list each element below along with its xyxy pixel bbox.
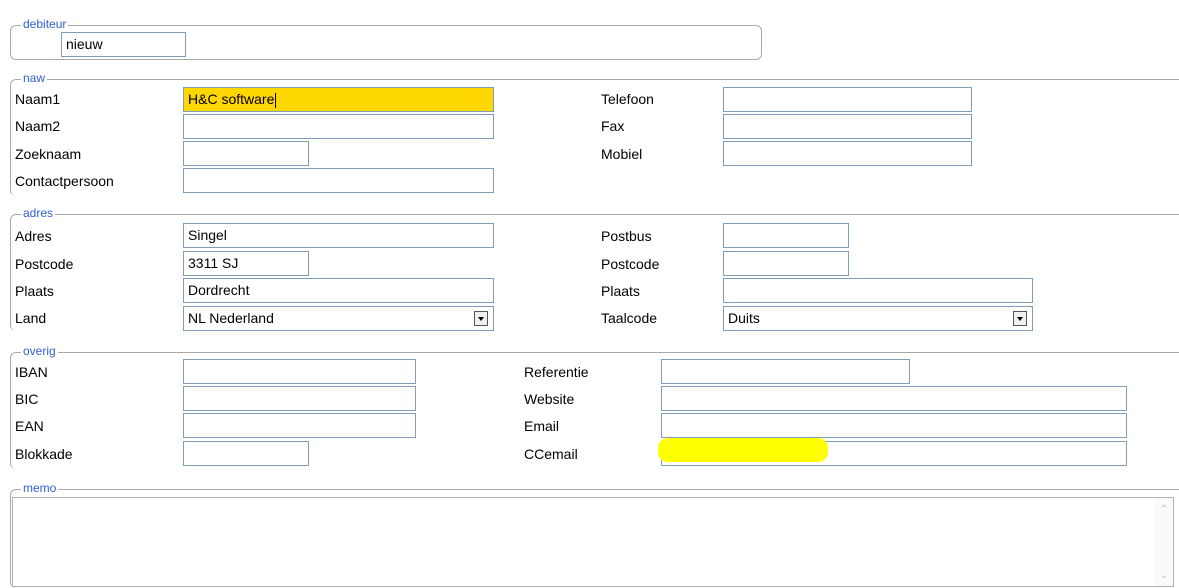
adres-field[interactable]: Singel [183,223,494,248]
website-field[interactable] [661,386,1127,411]
plaats2-field[interactable] [723,278,1033,303]
postcode2-label: Postcode [601,256,660,272]
memo-textarea[interactable]: ⌃ ⌄ [12,497,1174,587]
naam1-label: Naam1 [15,91,61,107]
adres-legend: adres [21,206,56,220]
adres-label: Adres [15,228,52,244]
land-select-value: NL Nederland [188,310,274,326]
email-label: Email [524,418,560,434]
overig-legend: overig [21,344,58,358]
memo-scrollbar[interactable]: ⌃ ⌄ [1155,498,1173,586]
memo-legend: memo [21,481,59,495]
chevron-down-icon[interactable] [1013,311,1027,326]
ean-label: EAN [15,418,44,434]
plaats-label: Plaats [15,283,54,299]
zoeknaam-label: Zoeknaam [15,146,82,162]
debiteur-legend: debiteur [21,17,69,31]
iban-field[interactable] [183,359,416,384]
postbus-field[interactable] [723,223,849,248]
highlight-mark [658,438,828,462]
referentie-field[interactable] [661,359,910,384]
referentie-label: Referentie [524,364,589,380]
contactpersoon-label: Contactpersoon [15,173,114,189]
telefoon-field[interactable] [723,87,972,112]
ccemail-label: CCemail [524,446,578,462]
email-field[interactable] [661,413,1127,438]
naam2-field[interactable] [183,114,494,139]
bic-label: BIC [15,391,39,407]
taalcode-select-value: Duits [728,310,760,326]
telefoon-label: Telefoon [601,91,654,107]
bic-field[interactable] [183,386,416,411]
zoeknaam-field[interactable] [183,141,309,166]
debiteur-number-field[interactable]: nieuw [61,32,186,57]
blokkade-field[interactable] [183,441,309,466]
fax-label: Fax [601,118,625,134]
contactpersoon-field[interactable] [183,168,494,193]
land-label: Land [15,310,47,326]
postcode-field[interactable]: 3311 SJ [183,251,309,276]
taalcode-select[interactable]: Duits [723,306,1033,331]
mobiel-field[interactable] [723,141,972,166]
mobiel-label: Mobiel [601,146,643,162]
website-label: Website [524,391,575,407]
iban-label: IBAN [15,364,48,380]
chevron-down-icon[interactable] [474,311,488,326]
postcode-label: Postcode [15,256,74,272]
fax-field[interactable] [723,114,972,139]
plaats2-label: Plaats [601,283,640,299]
plaats-field[interactable]: Dordrecht [183,278,494,303]
taalcode-label: Taalcode [601,310,658,326]
postbus-label: Postbus [601,228,652,244]
blokkade-label: Blokkade [15,446,73,462]
naw-legend: naw [21,71,48,85]
chevron-down-icon[interactable]: ⌄ [1160,571,1168,581]
naam1-field[interactable]: H&C software [183,87,494,112]
text-cursor [275,92,277,108]
postcode2-field[interactable] [723,251,849,276]
debiteur-group: debiteur nieuw [10,17,762,60]
chevron-up-icon[interactable]: ⌃ [1160,505,1168,515]
naam2-label: Naam2 [15,118,61,134]
naam1-value: H&C software [188,91,275,107]
land-select[interactable]: NL Nederland [183,306,494,331]
ean-field[interactable] [183,413,416,438]
